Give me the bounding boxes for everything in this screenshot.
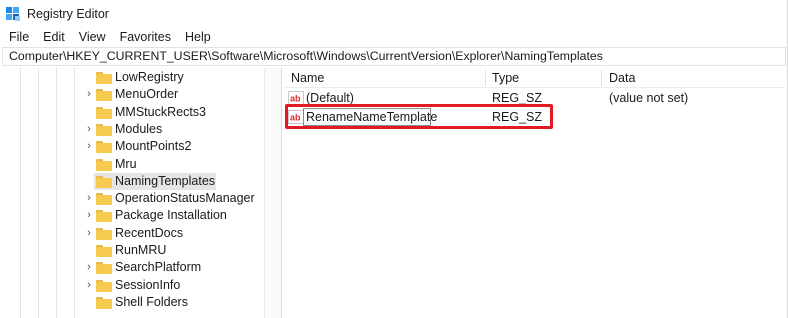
tree-item[interactable]: › MountPoints2 xyxy=(2,138,262,155)
tree-item-label: NamingTemplates xyxy=(115,173,216,188)
key-tree-pane[interactable]: LowRegistry › MenuOrder MMStuckRects3 › Modul… xyxy=(2,68,282,318)
registry-editor-icon xyxy=(6,7,20,21)
folder-icon xyxy=(96,262,112,275)
folder-icon xyxy=(96,296,112,309)
tree-item[interactable]: › MenuOrder xyxy=(2,86,262,103)
tree-item[interactable]: › SearchPlatform xyxy=(2,259,262,276)
menu-help[interactable]: Help xyxy=(178,28,218,46)
folder-icon xyxy=(96,210,112,223)
column-header-name[interactable]: Name xyxy=(291,68,324,88)
value-data: (value not set) xyxy=(609,91,689,105)
title-bar: Registry Editor xyxy=(0,0,788,28)
chevron-right-icon[interactable]: › xyxy=(84,191,94,206)
tree-scrollbar[interactable] xyxy=(264,68,281,318)
tree-item-label: MenuOrder xyxy=(115,87,179,102)
registry-editor-window: Registry Editor File Edit View Favorites… xyxy=(0,0,788,318)
value-row-default[interactable]: ab (Default) REG_SZ (value not set) xyxy=(285,89,785,107)
tree-item-label: LowRegistry xyxy=(115,70,184,84)
chevron-right-icon[interactable]: › xyxy=(84,226,94,241)
folder-icon xyxy=(96,72,112,84)
tree-item-label: Package Installation xyxy=(115,208,227,223)
tree-item[interactable]: NamingTemplates xyxy=(2,172,262,190)
folder-icon xyxy=(96,123,112,136)
menu-edit[interactable]: Edit xyxy=(36,28,72,46)
folder-icon xyxy=(96,279,112,292)
column-header-data[interactable]: Data xyxy=(609,68,635,88)
folder-icon xyxy=(96,141,112,154)
tree-item[interactable]: Mru xyxy=(2,156,262,173)
folder-icon xyxy=(96,245,112,257)
tree-item-label: RunMRU xyxy=(115,243,167,257)
tree-item[interactable]: › RecentDocs xyxy=(2,225,262,242)
value-type: REG_SZ xyxy=(492,91,543,105)
tree-item-label: MMStuckRects3 xyxy=(115,104,206,119)
menu-view[interactable]: View xyxy=(72,28,113,46)
tree-item[interactable]: LowRegistry xyxy=(2,69,262,86)
tree-item-label: Modules xyxy=(115,121,163,136)
tree-item-label: Mru xyxy=(115,156,137,171)
tree-item[interactable]: › Modules xyxy=(2,121,262,138)
string-value-icon: ab xyxy=(288,110,304,124)
tree-item-label: MountPoints2 xyxy=(115,139,192,154)
folder-icon xyxy=(96,158,112,171)
value-type: REG_SZ xyxy=(492,110,543,124)
tree-item[interactable]: Shell Folders xyxy=(2,294,262,311)
tree-item[interactable]: › SessionInfo xyxy=(2,277,262,294)
list-header: Name Type Data xyxy=(285,68,785,88)
chevron-right-icon[interactable]: › xyxy=(84,122,94,137)
chevron-right-icon[interactable]: › xyxy=(84,278,94,293)
tree-item-label: Shell Folders xyxy=(115,294,188,309)
menu-file[interactable]: File xyxy=(0,28,36,46)
svg-text:ab: ab xyxy=(290,94,301,104)
column-divider[interactable] xyxy=(601,70,602,86)
tree-item-label: OperationStatusManager xyxy=(115,191,255,206)
tree-item-label: RecentDocs xyxy=(115,225,184,240)
svg-text:ab: ab xyxy=(290,113,301,123)
tree-item[interactable]: › Package Installation xyxy=(2,207,262,224)
tree-item[interactable]: RunMRU xyxy=(2,242,262,259)
folder-icon xyxy=(96,89,112,102)
menu-favorites[interactable]: Favorites xyxy=(113,28,178,46)
folder-icon xyxy=(96,106,112,119)
string-value-icon: ab xyxy=(288,91,304,105)
chevron-right-icon[interactable]: › xyxy=(84,87,94,102)
address-bar[interactable]: Computer\HKEY_CURRENT_USER\Software\Micr… xyxy=(2,47,786,66)
tree-item-label: SessionInfo xyxy=(115,277,181,292)
chevron-right-icon[interactable]: › xyxy=(84,208,94,223)
tree-item[interactable]: › OperationStatusManager xyxy=(2,190,262,207)
folder-icon xyxy=(96,193,112,206)
tree-item[interactable]: MMStuckRects3 xyxy=(2,104,262,121)
window-title: Registry Editor xyxy=(27,7,109,21)
values-list-pane[interactable]: Name Type Data ab (Default) REG_SZ (valu… xyxy=(285,68,785,318)
tree-item-label: SearchPlatform xyxy=(115,260,202,275)
value-name: (Default) xyxy=(306,91,354,105)
column-header-type[interactable]: Type xyxy=(492,68,519,88)
menu-bar: File Edit View Favorites Help xyxy=(0,28,218,46)
rename-value-input[interactable]: RenameNameTemplate xyxy=(303,108,437,126)
column-divider[interactable] xyxy=(485,70,486,86)
chevron-right-icon[interactable]: › xyxy=(84,139,94,154)
chevron-right-icon[interactable]: › xyxy=(84,260,94,275)
folder-icon xyxy=(96,227,112,240)
folder-icon xyxy=(96,175,112,188)
